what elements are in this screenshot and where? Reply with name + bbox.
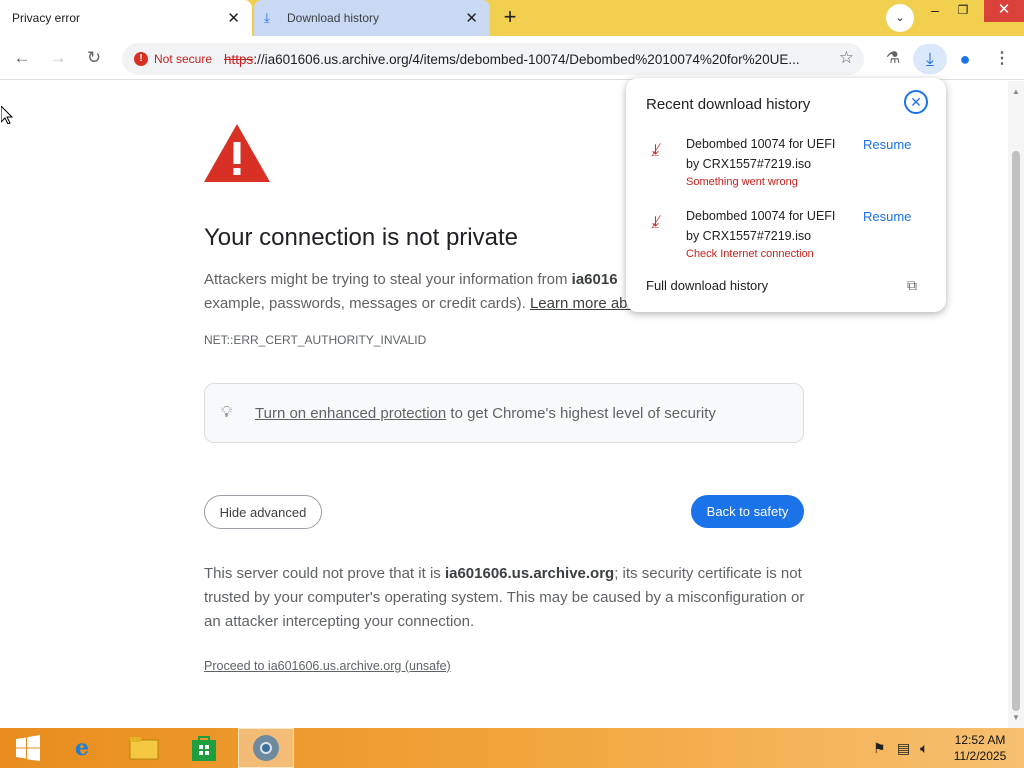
enhanced-protection-text: to get Chrome's highest level of securit… bbox=[446, 404, 716, 422]
not-secure-chip[interactable]: ! Not secure bbox=[130, 47, 220, 71]
scroll-up-icon[interactable]: ▲ bbox=[1012, 87, 1020, 96]
download-icon: ⤓ bbox=[264, 10, 270, 25]
chrome-browser-icon[interactable] bbox=[238, 728, 294, 768]
downloads-button[interactable]: ⤓ bbox=[913, 44, 947, 74]
close-tab-icon[interactable]: ✕ bbox=[465, 9, 478, 27]
page-title: Your connection is not private bbox=[204, 224, 518, 251]
taskbar-clock[interactable]: 12:52 AM 11/2/2025 bbox=[940, 732, 1020, 764]
tab-strip: Privacy error ✕ ⤓ Download history ✕ + ⌄… bbox=[0, 0, 1024, 36]
enhanced-protection-banner: 💡︎ Turn on enhanced protection to get Ch… bbox=[204, 383, 804, 443]
back-to-safety-button[interactable]: Back to safety bbox=[691, 495, 804, 528]
download-bubble-title: Recent download history bbox=[646, 96, 811, 113]
error-code: NET::ERR_CERT_AUTHORITY_INVALID bbox=[204, 333, 427, 347]
intro-host: ia6016 bbox=[571, 271, 618, 288]
details-host: ia601606.us.archive.org bbox=[444, 565, 615, 582]
url-path: ://ia601606.us.archive.org/4/items/debom… bbox=[253, 51, 800, 67]
bookmark-star-icon[interactable]: ☆ bbox=[839, 48, 854, 68]
internet-explorer-icon[interactable]: e bbox=[54, 728, 110, 768]
intro-line-1: Attackers might be trying to steal your … bbox=[204, 268, 644, 292]
back-arrow-icon[interactable]: ← bbox=[10, 46, 34, 70]
taskbar: e ⚑ ▤ 🔈︎ 12:52 AM 11/2/2025 bbox=[0, 728, 1024, 768]
minimize-button[interactable]: – bbox=[920, 0, 950, 22]
open-external-icon[interactable]: ⧉ bbox=[907, 277, 917, 294]
url-scheme: https bbox=[224, 51, 254, 67]
download-filename: Debombed 10074 for UEFI by CRX1557#7219.… bbox=[686, 209, 836, 243]
browser-toolbar: ← → ↻ ! Not secure https://ia601606.us.a… bbox=[0, 36, 1024, 80]
lightbulb-icon: 💡︎ bbox=[221, 404, 233, 421]
close-tab-icon[interactable]: ✕ bbox=[227, 9, 240, 27]
clock-time: 12:52 AM bbox=[954, 733, 1006, 747]
clock-date: 11/2/2025 bbox=[953, 749, 1007, 763]
download-failed-icon: ⤓̸ bbox=[652, 214, 660, 231]
mouse-cursor-icon bbox=[1, 106, 13, 124]
resume-button[interactable]: Resume bbox=[863, 209, 911, 224]
menu-kebab-icon[interactable]: ⋮ bbox=[989, 46, 1015, 72]
intro-line-2: example, passwords, messages or credit c… bbox=[204, 292, 634, 316]
scroll-down-icon[interactable]: ▼ bbox=[1012, 713, 1020, 722]
warning-triangle-icon bbox=[204, 124, 270, 182]
tab-title: Privacy error bbox=[12, 11, 81, 25]
download-item: ⤓̸ Debombed 10074 for UEFI by CRX1557#72… bbox=[626, 204, 946, 270]
learn-more-link[interactable]: Learn more abou bbox=[530, 295, 634, 312]
details-paragraph: This server could not prove that it is i… bbox=[204, 562, 810, 634]
reload-icon[interactable]: ↻ bbox=[82, 46, 106, 70]
tab-title: Download history bbox=[287, 11, 380, 25]
volume-muted-icon[interactable]: 🔈︎ bbox=[920, 740, 928, 757]
proceed-unsafe-link[interactable]: Proceed to ia601606.us.archive.org (unsa… bbox=[204, 659, 451, 673]
network-icon[interactable]: ▤ bbox=[897, 740, 910, 757]
full-download-history-link[interactable]: Full download history bbox=[646, 278, 768, 293]
download-status: Something went wrong bbox=[686, 176, 798, 188]
download-bubble: Recent download history ✕ ⤓̸ Debombed 10… bbox=[626, 78, 946, 312]
tab-download-history[interactable]: ⤓ Download history ✕ bbox=[254, 0, 490, 36]
forward-arrow-icon[interactable]: → bbox=[46, 46, 70, 70]
flag-icon[interactable]: ⚑ bbox=[873, 740, 886, 757]
close-icon[interactable]: ✕ bbox=[904, 90, 928, 114]
intro-text: Attackers might be trying to steal your … bbox=[204, 271, 572, 288]
tab-search-button[interactable]: ⌄ bbox=[886, 4, 914, 32]
download-status: Check Internet connection bbox=[686, 248, 814, 260]
labs-flask-icon[interactable]: ⚗ bbox=[880, 46, 906, 72]
start-windows-icon[interactable] bbox=[0, 728, 56, 768]
warning-icon: ! bbox=[134, 52, 148, 66]
restore-button[interactable]: ❐ bbox=[948, 0, 978, 22]
download-filename: Debombed 10074 for UEFI by CRX1557#7219.… bbox=[686, 137, 836, 171]
details-text: This server could not prove that it is bbox=[204, 565, 445, 582]
download-failed-icon: ⤓̸ bbox=[652, 142, 660, 159]
store-icon[interactable] bbox=[176, 728, 232, 768]
hide-advanced-button[interactable]: Hide advanced bbox=[204, 495, 322, 529]
enhanced-protection-link[interactable]: Turn on enhanced protection bbox=[255, 405, 446, 422]
scrollbar-thumb[interactable] bbox=[1012, 151, 1020, 711]
resume-button[interactable]: Resume bbox=[863, 137, 911, 152]
profile-avatar-icon[interactable]: ● bbox=[952, 46, 978, 72]
download-item: ⤓̸ Debombed 10074 for UEFI by CRX1557#72… bbox=[626, 132, 946, 198]
new-tab-button[interactable]: + bbox=[497, 5, 523, 31]
close-window-button[interactable]: ✕ bbox=[984, 0, 1024, 22]
address-bar[interactable]: ! Not secure https://ia601606.us.archive… bbox=[122, 43, 864, 75]
intro-text-2: example, passwords, messages or credit c… bbox=[204, 295, 530, 312]
tab-privacy-error[interactable]: Privacy error ✕ bbox=[0, 0, 252, 36]
not-secure-label: Not secure bbox=[154, 52, 213, 66]
file-explorer-folder-icon[interactable] bbox=[116, 728, 172, 768]
url-text[interactable]: https://ia601606.us.archive.org/4/items/… bbox=[224, 52, 824, 67]
page-scrollbar[interactable]: ▲ ▼ bbox=[1008, 81, 1024, 728]
